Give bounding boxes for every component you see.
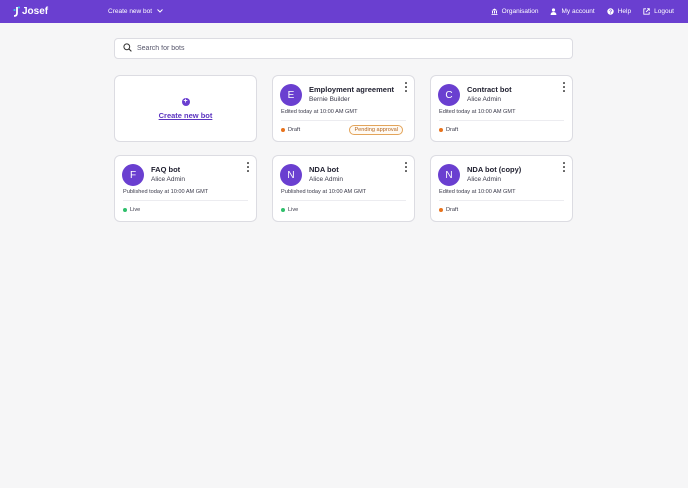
search-icon [123,43,132,54]
more-options-icon[interactable] [404,82,408,92]
bot-edited-time: Edited today at 10:00 AM GMT [281,109,358,115]
bot-avatar: N [280,164,302,186]
bot-avatar: C [438,84,460,106]
bot-name: NDA bot [309,165,339,174]
bot-owner: Alice Admin [151,176,185,183]
josef-logo[interactable]: Josef [13,6,48,17]
nav-logout-label: Logout [654,8,674,15]
card-divider [439,200,564,201]
bot-status-label: Draft [446,207,459,213]
bot-status-label: Live [288,207,299,213]
bot-published-time: Published today at 10:00 AM GMT [281,189,367,195]
bot-search-box[interactable] [114,38,573,59]
bot-name: NDA bot (copy) [467,165,522,174]
user-icon [550,8,557,15]
nav-help[interactable]: ? Help [601,8,637,15]
more-options-icon[interactable] [404,162,408,172]
more-options-icon[interactable] [562,82,566,92]
create-new-bot-card[interactable]: + Create new bot [114,75,257,142]
bank-icon [491,8,498,15]
create-new-bot-menu[interactable]: Create new bot [108,0,163,23]
card-divider [281,200,406,201]
more-options-icon[interactable] [562,162,566,172]
bot-card[interactable]: N NDA bot Alice Admin Published today at… [272,155,415,222]
bot-name: FAQ bot [151,165,181,174]
bot-name: Employment agreement [309,85,395,94]
chevron-down-icon [157,8,163,15]
search-input[interactable] [137,45,572,52]
bot-card[interactable]: N NDA bot (copy) Alice Admin Edited toda… [430,155,573,222]
bot-status: Draft [439,127,458,133]
bot-avatar: N [438,164,460,186]
bot-name: Contract bot [467,85,512,94]
nav-organisation-label: Organisation [501,8,539,15]
bot-published-time: Published today at 10:00 AM GMT [123,189,209,195]
bot-status-label: Live [130,207,141,213]
svg-text:?: ? [609,9,612,15]
status-dot-draft [281,128,285,132]
nav-organisation[interactable]: Organisation [485,8,545,15]
bot-owner: Alice Admin [467,176,501,183]
plus-circle-icon: + [181,97,190,106]
create-new-bot-link[interactable]: Create new bot [159,111,213,120]
pending-approval-badge: Pending approval [349,125,403,135]
bot-owner: Alice Admin [309,176,343,183]
bot-status: Live [281,207,298,213]
card-divider [439,120,564,121]
bot-avatar: F [122,164,144,186]
nav-logout[interactable]: Logout [637,8,680,15]
status-dot-live [123,208,127,212]
logout-icon [643,8,650,15]
nav-my-account[interactable]: My account [544,8,600,15]
bot-status: Live [123,207,140,213]
bot-status: Draft [281,127,300,133]
create-new-bot-menu-label: Create new bot [108,8,153,15]
top-navigation-bar: Josef Create new bot Organisation My acc… [0,0,688,23]
nav-my-account-label: My account [561,8,595,15]
status-dot-draft [439,128,443,132]
status-dot-draft [439,208,443,212]
card-divider [281,120,406,121]
bot-status: Draft [439,207,458,213]
header-nav: Organisation My account ? Help Logout [485,0,680,23]
bot-card[interactable]: F FAQ bot Alice Admin Published today at… [114,155,257,222]
bot-owner: Alice Admin [467,96,501,103]
bot-edited-time: Edited today at 10:00 AM GMT [439,189,516,195]
bot-avatar: E [280,84,302,106]
bot-card[interactable]: E Employment agreement Bernie Builder Ed… [272,75,415,142]
status-dot-live [281,208,285,212]
nav-help-label: Help [617,8,632,15]
logo-mark-icon [13,6,20,17]
bot-edited-time: Edited today at 10:00 AM GMT [439,109,516,115]
bot-status-label: Draft [288,127,301,133]
bot-owner: Bernie Builder [309,96,350,103]
more-options-icon[interactable] [246,162,250,172]
card-divider [123,200,248,201]
bot-card[interactable]: C Contract bot Alice Admin Edited today … [430,75,573,142]
bot-status-label: Draft [446,127,459,133]
help-circle-icon: ? [607,8,614,15]
logo-text: Josef [22,6,49,17]
